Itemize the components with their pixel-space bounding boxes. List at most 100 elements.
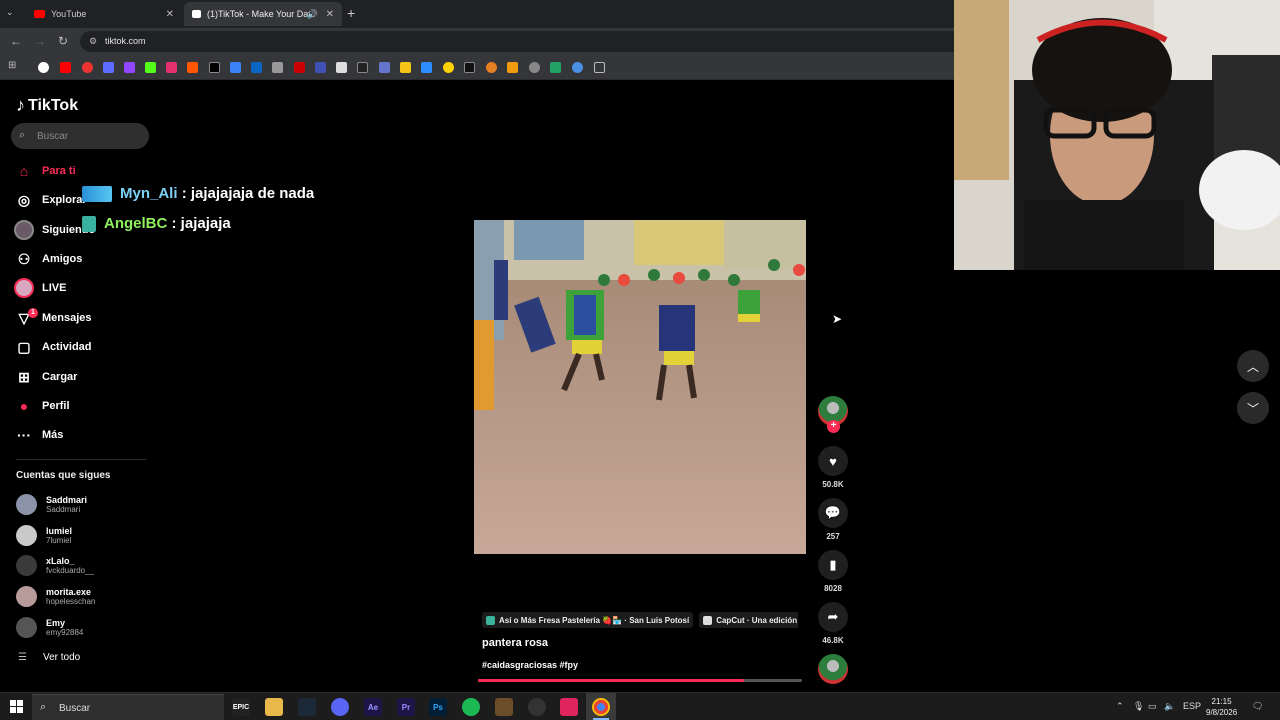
account-handle: emy92884 bbox=[46, 628, 84, 637]
back-icon[interactable]: ← bbox=[10, 34, 22, 48]
apps-grid-icon[interactable]: ⊞ bbox=[8, 60, 19, 71]
bookmark-icon[interactable] bbox=[187, 62, 198, 73]
following-item[interactable]: xLalo_ fvckduardo__ bbox=[16, 555, 94, 576]
anchor-link[interactable]: Así o Más Fresa Pastelería 🍓🏪 · San Luis… bbox=[482, 612, 694, 628]
new-tab-button[interactable]: + bbox=[347, 5, 355, 21]
sidebar-item-amigos[interactable]: ⚇ Amigos bbox=[14, 248, 83, 270]
after-effects-icon[interactable]: Ae bbox=[364, 698, 382, 716]
video-title: pantera rosa bbox=[482, 637, 549, 649]
tiktok-search-input[interactable]: ⌕ Buscar bbox=[11, 123, 149, 149]
video-hashtags[interactable]: #caidasgraciosas #fpy bbox=[482, 660, 578, 670]
sidebar-item-mas[interactable]: ··· Más bbox=[14, 424, 63, 446]
bookmark-icon[interactable] bbox=[486, 62, 497, 73]
bookmark-x-icon[interactable] bbox=[209, 62, 220, 73]
system-clock[interactable]: 21:15 9/8/2026 bbox=[1206, 696, 1237, 718]
network-icon[interactable]: ▭ bbox=[1148, 701, 1157, 712]
bookmark-icon[interactable] bbox=[379, 62, 390, 73]
language-indicator[interactable]: ESP bbox=[1183, 701, 1201, 711]
bookmark-youtube-icon[interactable] bbox=[60, 62, 71, 73]
premiere-icon[interactable]: Pr bbox=[397, 698, 415, 716]
following-item[interactable]: Emy emy92884 bbox=[16, 617, 83, 638]
bookmark-linkedin-icon[interactable] bbox=[251, 62, 262, 73]
following-item[interactable]: morita.exe hopelesschan bbox=[16, 586, 95, 607]
close-tab-icon[interactable]: ✕ bbox=[166, 9, 174, 20]
address-bar[interactable]: ⚙ tiktok.com bbox=[80, 31, 954, 52]
bookmark-icon[interactable] bbox=[507, 62, 518, 73]
windows-start-icon[interactable] bbox=[10, 700, 23, 713]
anchor-label: CapCut · Una edición n bbox=[716, 615, 798, 625]
tab-search-icon[interactable]: ⌄ bbox=[6, 7, 14, 18]
tiktok-app-icon[interactable] bbox=[560, 698, 578, 716]
more-icon: ··· bbox=[17, 427, 31, 443]
video-player[interactable] bbox=[474, 220, 806, 554]
video-progress-bar[interactable] bbox=[478, 679, 802, 682]
forward-icon[interactable]: → bbox=[34, 34, 46, 48]
sidebar-item-cargar[interactable]: ⊞ Cargar bbox=[14, 366, 77, 388]
music-disc-icon[interactable] bbox=[818, 654, 848, 684]
previous-video-button[interactable]: ︿ bbox=[1237, 350, 1269, 382]
bookmark-sheets-icon[interactable] bbox=[550, 62, 561, 73]
next-video-button[interactable]: ﹀ bbox=[1237, 392, 1269, 424]
app-icon[interactable] bbox=[528, 698, 546, 716]
anchor-link[interactable]: CapCut · Una edición n bbox=[699, 612, 798, 628]
bookmark-icon[interactable] bbox=[421, 62, 432, 73]
bookmark-icon[interactable] bbox=[294, 62, 305, 73]
bookmark-instagram-icon[interactable] bbox=[166, 62, 177, 73]
tiktok-logo[interactable]: ♪ TikTok bbox=[16, 95, 78, 116]
webcam-overlay bbox=[954, 0, 1280, 270]
discord-icon[interactable] bbox=[331, 698, 349, 716]
bookmark-icon[interactable] bbox=[400, 62, 411, 73]
following-item[interactable]: Saddmari Saddmari bbox=[16, 494, 87, 515]
reload-icon[interactable]: ↻ bbox=[58, 34, 68, 48]
file-explorer-icon[interactable] bbox=[265, 698, 283, 716]
site-info-icon[interactable]: ⚙ bbox=[89, 36, 97, 47]
tiktok-wordmark: TikTok bbox=[28, 96, 79, 114]
notifications-icon[interactable]: 🗨 bbox=[1252, 701, 1263, 712]
tab-youtube[interactable]: YouTube ✕ bbox=[26, 2, 182, 26]
bookmark-twitch-icon[interactable] bbox=[124, 62, 135, 73]
comment-button[interactable]: 💬 257 bbox=[818, 498, 848, 541]
epic-games-icon[interactable]: EPIC bbox=[232, 698, 250, 716]
bookmark-kick-icon[interactable] bbox=[145, 62, 156, 73]
steam-icon[interactable] bbox=[298, 698, 316, 716]
following-item[interactable]: lumiel 7lumiel bbox=[16, 525, 72, 546]
save-button[interactable]: ▮ 8028 bbox=[818, 550, 848, 593]
share-button[interactable]: ➦ 46.8K bbox=[818, 602, 848, 645]
photoshop-icon[interactable]: Ps bbox=[429, 698, 447, 716]
bookmark-icon[interactable] bbox=[464, 62, 475, 73]
see-all-link[interactable]: ☰ Ver todo bbox=[18, 652, 80, 663]
taskbar-search-input[interactable]: ⌕ Buscar bbox=[32, 694, 224, 720]
bookmark-icon[interactable] bbox=[443, 62, 454, 73]
tray-chevron-up-icon[interactable]: ⌃ bbox=[1116, 701, 1124, 712]
speaker-icon[interactable]: 🔊 bbox=[307, 9, 318, 20]
volume-icon[interactable]: 🔈 bbox=[1164, 701, 1175, 712]
bookmark-icon[interactable] bbox=[357, 62, 368, 73]
sidebar-item-perfil[interactable]: ● Perfil bbox=[14, 395, 70, 417]
tab-tiktok[interactable]: (1)TikTok - Make Your Day 🔊 ✕ bbox=[184, 2, 342, 26]
url-text[interactable]: tiktok.com bbox=[105, 36, 146, 46]
bookmark-icon[interactable] bbox=[82, 62, 93, 73]
bookmark-icon[interactable] bbox=[572, 62, 583, 73]
bookmark-icon[interactable] bbox=[529, 62, 540, 73]
follow-button[interactable]: + bbox=[827, 420, 840, 433]
sidebar-item-actividad[interactable]: ▢ Actividad bbox=[14, 336, 91, 358]
sidebar-item-para-ti[interactable]: ⌂ Para ti bbox=[14, 160, 76, 182]
app-icon[interactable] bbox=[495, 698, 513, 716]
chat-badge-icon bbox=[82, 185, 112, 202]
bookmark-folder-icon[interactable] bbox=[594, 62, 605, 73]
chat-badge-icon bbox=[82, 215, 96, 232]
spotify-icon[interactable] bbox=[462, 698, 480, 716]
bookmark-icon[interactable] bbox=[315, 62, 326, 73]
bookmark-icon[interactable] bbox=[272, 62, 283, 73]
like-button[interactable]: ♥ 50.8K bbox=[818, 446, 848, 489]
sidebar-item-explorar[interactable]: ◎ Explorar bbox=[14, 189, 87, 211]
bookmark-icon[interactable] bbox=[230, 62, 241, 73]
close-tab-icon[interactable]: ✕ bbox=[326, 9, 334, 20]
microphone-icon[interactable]: 🎙 bbox=[1133, 701, 1144, 712]
bookmark-icon[interactable] bbox=[103, 62, 114, 73]
sidebar-item-live[interactable]: LIVE bbox=[14, 277, 66, 299]
bookmark-google-icon[interactable] bbox=[38, 62, 49, 73]
bookmark-notion-icon[interactable] bbox=[336, 62, 347, 73]
sidebar-item-mensajes[interactable]: ▽ 1 Mensajes bbox=[14, 307, 92, 329]
chrome-icon[interactable] bbox=[592, 698, 610, 716]
